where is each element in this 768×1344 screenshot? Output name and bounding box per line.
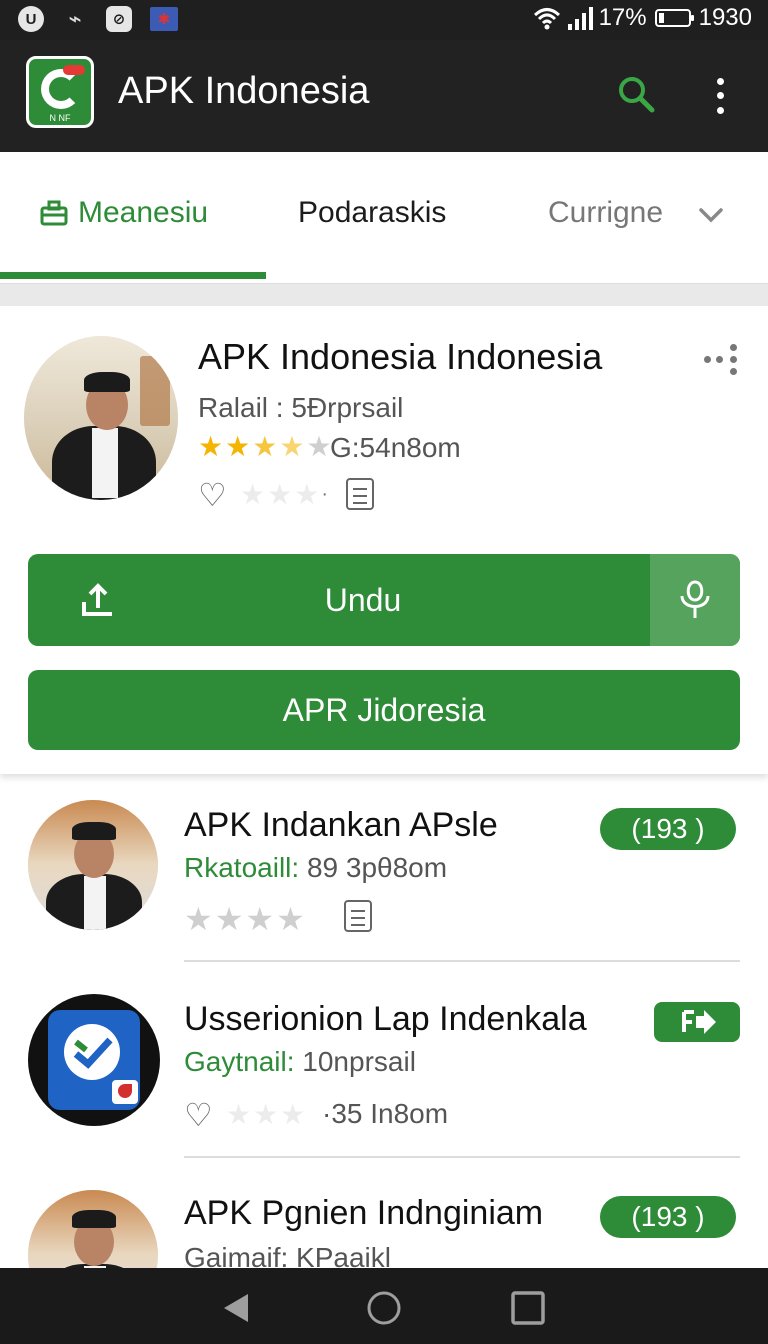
- document-icon[interactable]: [346, 478, 374, 510]
- tab-indicator: [0, 272, 266, 279]
- list-item-title: APK Indankan APsle: [184, 806, 498, 844]
- signal-icon: [567, 7, 593, 30]
- tab-bar: Meanesiu Podaraskis Currigne: [0, 152, 768, 284]
- download-label: Undu: [324, 582, 402, 618]
- featured-meta: Ralail : 5Ðrprsail: [198, 392, 404, 423]
- heart-icon[interactable]: ♡: [198, 476, 227, 514]
- more-dots-icon[interactable]: [700, 344, 740, 378]
- rating-text: ·35 In8om: [322, 1098, 449, 1129]
- rating-stars: ★ ★ ★ ★ ★: [198, 431, 332, 462]
- app-bar: N NF APK Indonesia: [0, 40, 768, 152]
- search-button[interactable]: [616, 74, 656, 114]
- featured-app-title[interactable]: APK Indonesia Indonesia: [198, 336, 602, 378]
- faint-stars: ★ ★ ★ ·: [240, 479, 328, 510]
- battery-percent: 17%: [598, 4, 647, 31]
- list-item[interactable]: APK Pgnien Indnginiam (193 ) Gaimaif: KP…: [0, 1184, 768, 1268]
- tab-currigne[interactable]: Currigne: [548, 196, 663, 230]
- faint-stars: ★ ★ ★: [226, 1099, 306, 1130]
- chevron-down-icon[interactable]: [698, 202, 724, 228]
- content: APK Indonesia Indonesia Ralail : 5Ðrprsa…: [0, 306, 768, 1268]
- rating-text: G:54n8om: [330, 432, 461, 463]
- list-item-title: APK Pgnien Indnginiam: [184, 1194, 544, 1232]
- forward-arrow-icon: [682, 1010, 716, 1034]
- wifi-icon: [533, 8, 560, 30]
- list-item[interactable]: Usserionion Lap Indenkala Gaytnail: 10np…: [0, 990, 768, 1184]
- search-icon: [619, 77, 655, 113]
- clock: 1930: [698, 4, 752, 31]
- apk-indonesia-button[interactable]: APR Jidoresia: [28, 670, 740, 750]
- battery-icon: [654, 9, 694, 27]
- list-item-title: Usserionion Lap Indenkala: [184, 1000, 587, 1038]
- mic-icon: [680, 580, 710, 618]
- app-avatar: [28, 800, 158, 930]
- list-item-meta: Gaimaif: KPaaikl: [184, 1242, 391, 1268]
- download-button[interactable]: Undu: [28, 554, 740, 646]
- app-icon: ⊘: [106, 6, 132, 32]
- app-avatar: [24, 336, 178, 500]
- list-item[interactable]: APK Indankan APsle (193 ) Rkatoaill: 89 …: [0, 796, 768, 990]
- recents-icon[interactable]: [510, 1290, 546, 1326]
- more-vert-icon[interactable]: [702, 74, 738, 118]
- app-logo: N NF: [26, 56, 94, 128]
- app-avatar: [28, 1190, 158, 1268]
- back-icon[interactable]: [218, 1290, 254, 1326]
- app-title: APK Indonesia: [118, 70, 370, 112]
- notification-icon: U: [18, 6, 44, 32]
- flag-icon: ✱: [150, 7, 178, 31]
- app-icon: [28, 994, 160, 1126]
- system-nav-bar: [0, 1268, 768, 1344]
- featured-app-card: APK Indonesia Indonesia Ralail : 5Ðrprsa…: [0, 306, 768, 774]
- tab-label: Podaraskis: [298, 196, 447, 229]
- briefcase-icon: [40, 200, 68, 226]
- rating-stars: ★ ★ ★ ★: [184, 901, 305, 937]
- list-item-meta: Gaytnail: 10nprsail: [184, 1046, 416, 1077]
- list-item-meta: Rkatoaill: 89 3pθ8om: [184, 852, 448, 883]
- mic-button[interactable]: [650, 554, 740, 646]
- document-icon[interactable]: [344, 900, 372, 932]
- count-badge[interactable]: (193 ): [600, 1196, 736, 1238]
- count-badge[interactable]: (193 ): [600, 808, 736, 850]
- tab-podaraskis[interactable]: Podaraskis: [298, 196, 446, 230]
- heart-icon[interactable]: ♡: [184, 1096, 213, 1134]
- open-button[interactable]: [654, 1002, 740, 1042]
- tab-meanesiu[interactable]: Meanesiu: [40, 196, 208, 230]
- home-icon[interactable]: [366, 1290, 402, 1326]
- tab-label: Currigne: [548, 196, 664, 229]
- status-bar: U ⌁ ⊘ ✱ 17% 1930: [0, 0, 768, 40]
- tab-label: Meanesiu: [78, 196, 209, 229]
- sound-icon: ⌁: [68, 6, 82, 31]
